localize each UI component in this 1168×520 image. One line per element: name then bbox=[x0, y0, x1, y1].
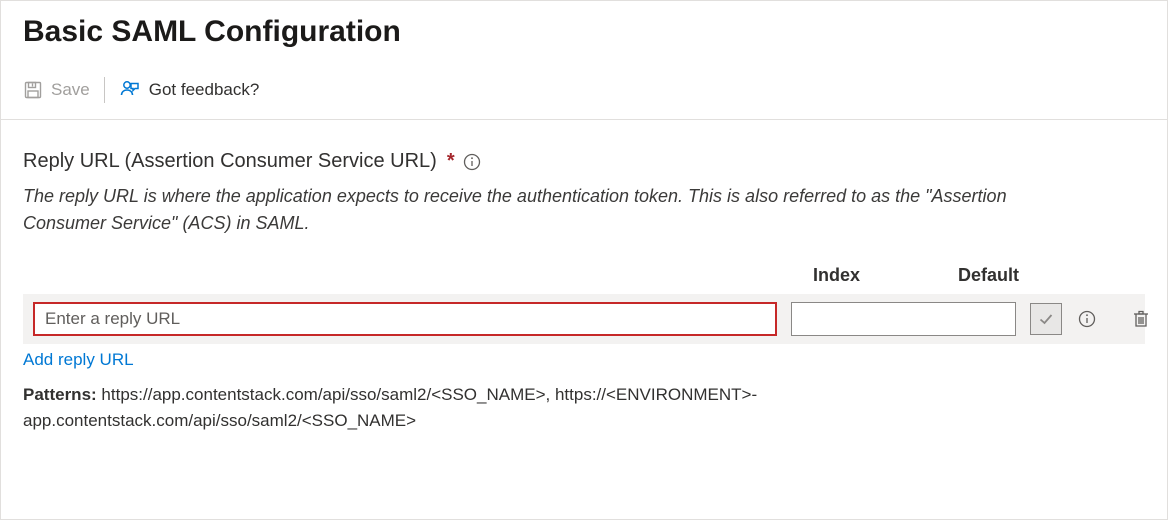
section-heading: Reply URL (Assertion Consumer Service UR… bbox=[23, 150, 1145, 173]
save-button-label: Save bbox=[51, 80, 90, 100]
toolbar-separator bbox=[104, 77, 105, 103]
required-indicator: * bbox=[447, 150, 455, 173]
section-heading-text: Reply URL (Assertion Consumer Service UR… bbox=[23, 150, 437, 173]
save-icon bbox=[23, 80, 43, 100]
patterns-text: Patterns: https://app.contentstack.com/a… bbox=[23, 382, 923, 433]
feedback-button-label: Got feedback? bbox=[149, 80, 260, 100]
column-header-index: Index bbox=[783, 265, 933, 286]
toolbar-divider bbox=[1, 119, 1167, 120]
basic-saml-config-panel: Basic SAML Configuration Save bbox=[0, 0, 1168, 520]
info-icon[interactable] bbox=[463, 153, 481, 171]
row-info-icon[interactable] bbox=[1076, 310, 1098, 328]
toolbar: Save Got feedback? bbox=[23, 77, 1145, 119]
add-reply-url-link[interactable]: Add reply URL bbox=[23, 350, 134, 370]
column-headers: Index Default bbox=[23, 265, 1145, 286]
delete-row-button[interactable] bbox=[1126, 309, 1156, 329]
page-title: Basic SAML Configuration bbox=[23, 15, 1145, 49]
save-button[interactable]: Save bbox=[23, 80, 90, 100]
reply-url-row bbox=[23, 294, 1145, 344]
patterns-value: https://app.contentstack.com/api/sso/sam… bbox=[23, 385, 757, 430]
feedback-button[interactable]: Got feedback? bbox=[119, 79, 260, 101]
reply-url-section: Reply URL (Assertion Consumer Service UR… bbox=[23, 150, 1145, 433]
section-description: The reply URL is where the application e… bbox=[23, 183, 1023, 237]
index-input[interactable] bbox=[791, 302, 1016, 336]
column-header-default: Default bbox=[933, 265, 1078, 286]
feedback-icon bbox=[119, 79, 141, 101]
default-checkbox[interactable] bbox=[1030, 303, 1062, 335]
reply-url-input[interactable] bbox=[33, 302, 777, 336]
patterns-label: Patterns: bbox=[23, 385, 97, 404]
